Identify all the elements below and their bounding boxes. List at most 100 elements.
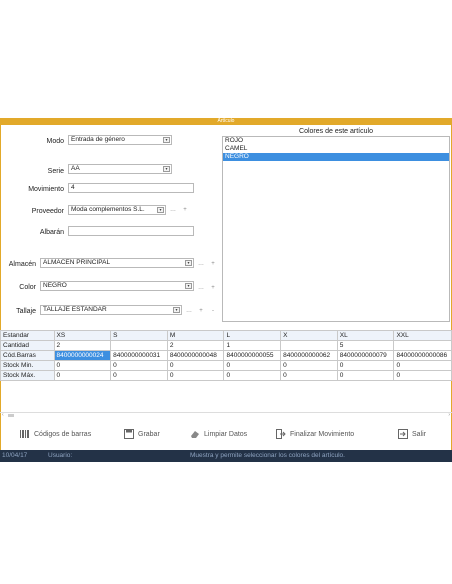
- modo-select[interactable]: Entrada de género ▾: [68, 135, 172, 145]
- grid-cell[interactable]: 0: [336, 370, 395, 381]
- grid-cell[interactable]: 8400000000024: [53, 350, 112, 361]
- serie-value: AA: [71, 165, 80, 172]
- colors-title: Colores de este artículo: [299, 128, 373, 135]
- color-value: NEGRO: [43, 282, 67, 289]
- grid-header-l: L: [223, 330, 282, 341]
- colors-list[interactable]: ROJO CAMEL NEGRO: [222, 136, 450, 322]
- grid-cell[interactable]: 0: [53, 360, 112, 371]
- grid-cell[interactable]: 84000000000086: [393, 350, 452, 361]
- chevron-down-icon[interactable]: ▾: [163, 166, 170, 172]
- proveedor-add-icon[interactable]: +: [180, 205, 190, 215]
- chevron-down-icon[interactable]: ▾: [185, 283, 192, 289]
- chevron-down-icon[interactable]: ▾: [163, 137, 170, 143]
- modo-value: Entrada de género: [71, 136, 125, 143]
- chevron-down-icon[interactable]: ▾: [185, 260, 192, 266]
- grid-cell[interactable]: 0: [53, 370, 112, 381]
- barcodes-label: Códigos de barras: [34, 431, 92, 438]
- clear-data-button[interactable]: Limpiar Datos: [190, 428, 247, 442]
- color-label: Color: [19, 284, 36, 291]
- scroll-left-icon[interactable]: ‹: [2, 412, 4, 418]
- grid-cell[interactable]: 8400000000048: [166, 350, 225, 361]
- grid-cell[interactable]: 0: [166, 360, 225, 371]
- grid-cell[interactable]: 2: [166, 340, 225, 351]
- color-item-negro[interactable]: NEGRO: [223, 153, 449, 161]
- horizontal-scrollbar[interactable]: ‹ ›: [0, 412, 452, 419]
- grid-cell[interactable]: [393, 340, 452, 351]
- grid-cell[interactable]: 8400000000079: [336, 350, 395, 361]
- tallaje-remove-icon[interactable]: -: [208, 306, 218, 316]
- grid-cell[interactable]: 0: [166, 370, 225, 381]
- color-item-rojo[interactable]: ROJO: [223, 137, 449, 145]
- tallaje-value: TALLAJE ESTANDAR: [43, 306, 107, 313]
- chevron-down-icon[interactable]: ▾: [157, 207, 164, 213]
- almacen-select[interactable]: ALMACEN PRINCIPAL ▾: [40, 258, 194, 268]
- bottom-toolbar: Códigos de barras Grabar Limpiar Datos F…: [0, 420, 452, 450]
- grid-cell[interactable]: 0: [393, 360, 452, 371]
- table-row: Cód.Barras 8400000000024 8400000000031 8…: [0, 350, 452, 361]
- proveedor-select[interactable]: Moda complementos S.L. ▾: [68, 205, 166, 215]
- status-bar: 10/04/17 Usuario: Muestra y permite sele…: [0, 450, 452, 462]
- finish-movement-button[interactable]: Finalizar Movimiento: [276, 428, 354, 442]
- grid-cell[interactable]: 0: [280, 370, 338, 381]
- grid-cell[interactable]: 0: [110, 360, 168, 371]
- grid-cell[interactable]: 0: [110, 370, 168, 381]
- grid-cell[interactable]: 8400000000062: [280, 350, 338, 361]
- exit-icon: [398, 429, 408, 440]
- proveedor-label: Proveedor: [31, 208, 64, 215]
- grid-cell[interactable]: 0: [393, 370, 452, 381]
- exit-button[interactable]: Salir: [398, 428, 426, 442]
- grid-cell[interactable]: 0: [336, 360, 395, 371]
- save-button[interactable]: Grabar: [124, 428, 160, 442]
- grid-cell[interactable]: [110, 340, 168, 351]
- grid-cell[interactable]: 8400000000031: [110, 350, 168, 361]
- grid-header-xl: XL: [336, 330, 395, 341]
- save-icon: [124, 429, 134, 440]
- color-select[interactable]: NEGRO ▾: [40, 281, 194, 291]
- grid-header-xs: XS: [53, 330, 112, 341]
- scroll-right-icon[interactable]: ›: [448, 412, 450, 418]
- table-row: Stock Máx. 0 0 0 0 0 0 0: [0, 370, 452, 381]
- grid-cell[interactable]: 0: [223, 360, 282, 371]
- tallaje-more-icon[interactable]: …: [184, 306, 194, 316]
- grid-cell[interactable]: 5: [336, 340, 395, 351]
- grid-header-s: S: [110, 330, 168, 341]
- grid-header-m: M: [166, 330, 225, 341]
- sizes-grid[interactable]: Estandar XS S M L X XL XXL Cantidad 2 2 …: [0, 330, 452, 381]
- grid-cell[interactable]: 0: [223, 370, 282, 381]
- scroll-thumb[interactable]: [8, 414, 14, 417]
- grid-cell[interactable]: 0: [280, 360, 338, 371]
- clear-data-label: Limpiar Datos: [204, 431, 248, 438]
- grid-header-corner: Estandar: [0, 330, 55, 341]
- barcodes-button[interactable]: Códigos de barras: [20, 428, 91, 442]
- modo-label: Modo: [46, 138, 64, 145]
- proveedor-more-icon[interactable]: …: [168, 205, 178, 215]
- almacen-more-icon[interactable]: …: [196, 259, 206, 269]
- almacen-label: Almacén: [8, 261, 36, 268]
- albaran-input[interactable]: [68, 226, 194, 236]
- proveedor-value: Moda complementos S.L.: [71, 206, 145, 213]
- row-label: Stock Máx.: [0, 370, 55, 381]
- table-row: Cantidad 2 2 1 5: [0, 340, 452, 351]
- grid-cell[interactable]: 8400000000055: [223, 350, 282, 361]
- eraser-icon: [191, 431, 199, 439]
- exit-label: Salir: [412, 431, 427, 438]
- serie-label: Serie: [47, 168, 64, 175]
- grid-cell[interactable]: [280, 340, 338, 351]
- grid-cell[interactable]: 2: [53, 340, 112, 351]
- serie-select[interactable]: AA ▾: [68, 164, 172, 174]
- color-more-icon[interactable]: …: [196, 283, 206, 293]
- movimiento-input[interactable]: 4: [68, 183, 194, 193]
- tallaje-select[interactable]: TALLAJE ESTANDAR ▾: [40, 305, 182, 315]
- finish-arrow-icon: [276, 429, 286, 440]
- grid-cell[interactable]: 1: [223, 340, 282, 351]
- color-item-camel[interactable]: CAMEL: [223, 145, 449, 153]
- barcode-icon: [20, 430, 29, 439]
- grid-header-x: X: [280, 330, 338, 341]
- chevron-down-icon[interactable]: ▾: [173, 307, 180, 313]
- finish-movement-label: Finalizar Movimiento: [290, 431, 355, 438]
- tallaje-add-icon[interactable]: +: [196, 306, 206, 316]
- almacen-add-icon[interactable]: +: [208, 259, 218, 269]
- movimiento-label: Movimiento: [28, 186, 64, 193]
- color-add-icon[interactable]: +: [208, 283, 218, 293]
- grid-header-row: Estandar XS S M L X XL XXL: [0, 330, 452, 341]
